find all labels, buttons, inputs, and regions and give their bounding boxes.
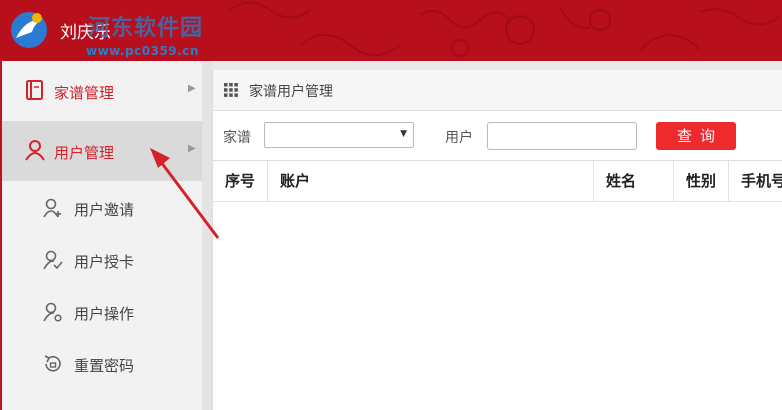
app-header: 刘庆乐 河东软件园 www.pc0359.cn	[0, 0, 782, 61]
user-settings-icon	[43, 302, 62, 322]
column-header-gender[interactable]: 性别	[674, 161, 729, 201]
book-icon	[26, 80, 43, 100]
panel-title: 家谱用户管理	[249, 84, 333, 100]
genealogy-select[interactable]: ▼	[264, 122, 414, 148]
sidebar-subitem-label: 用户操作	[74, 305, 135, 323]
content-gap	[212, 61, 782, 70]
user-label: 用户	[445, 130, 473, 146]
user-add-icon	[43, 198, 61, 218]
column-header-account[interactable]: 账户	[268, 161, 594, 201]
watermark-text: 河东软件园	[88, 16, 204, 41]
sidebar-subitem-label: 用户邀请	[74, 201, 135, 219]
column-header-name[interactable]: 姓名	[594, 161, 674, 201]
user-check-icon	[43, 250, 63, 270]
grid-icon	[224, 83, 238, 97]
filter-toolbar: 家谱 ▼ 用户 查询	[213, 111, 782, 161]
reset-password-icon	[44, 355, 61, 372]
caret-down-icon: ▼	[400, 129, 407, 139]
query-button[interactable]: 查询	[656, 122, 736, 150]
user-icon	[25, 140, 45, 161]
panel-header: 家谱用户管理	[213, 70, 782, 111]
sidebar-subitem-reset-password[interactable]: 重置密码	[2, 338, 202, 390]
main-panel: 家谱用户管理 家谱 ▼ 用户 查询 序号 账户 姓名 性别 手机号	[212, 70, 782, 410]
watermark-url: www.pc0359.cn	[86, 44, 199, 58]
sidebar-item-label: 家谱管理	[54, 84, 115, 102]
user-input[interactable]	[487, 122, 637, 150]
annotation-arrow-icon	[150, 148, 220, 239]
sidebar-subitem-label: 用户授卡	[74, 253, 135, 271]
column-header-phone[interactable]: 手机号	[729, 161, 782, 201]
sidebar-subitem-label: 重置密码	[74, 357, 135, 375]
sidebar-item-genealogy[interactable]: 家谱管理 ▶	[2, 61, 202, 121]
sidebar-item-label: 用户管理	[54, 144, 115, 162]
table-header: 序号 账户 姓名 性别 手机号	[213, 161, 782, 202]
sidebar-subitem-operation[interactable]: 用户操作	[2, 286, 202, 338]
chevron-right-icon: ▶	[188, 83, 196, 94]
logo-icon	[11, 12, 47, 48]
